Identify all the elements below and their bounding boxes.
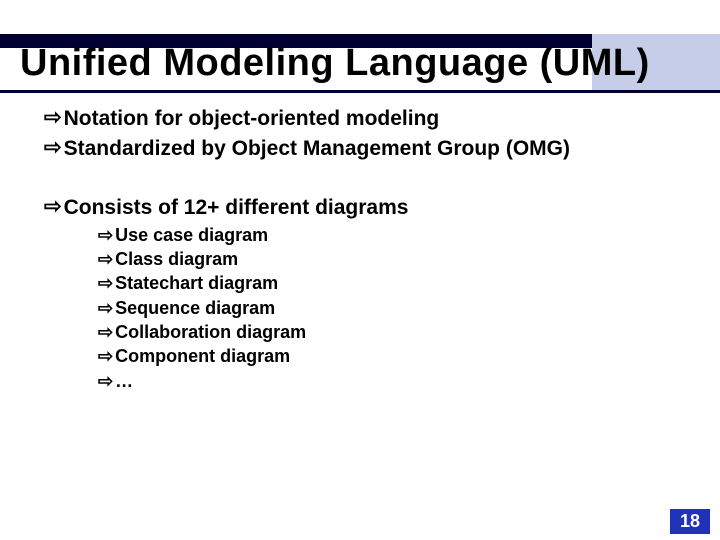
sub-bullet-2-text: Class diagram — [115, 247, 238, 271]
arrow-icon: ⇨ — [98, 247, 113, 271]
sub-bullet-5: ⇨ Collaboration diagram — [98, 320, 688, 344]
slide-title: Unified Modeling Language (UML) — [20, 42, 650, 85]
sub-bullet-2: ⇨ Class diagram — [98, 247, 688, 271]
bullet-3-text: Consists of 12+ different diagrams — [64, 193, 409, 221]
sub-bullet-1-text: Use case diagram — [115, 223, 268, 247]
slide-content: ⇨ Notation for object-oriented modeling … — [44, 104, 688, 393]
bullet-2-text: Standardized by Object Management Group … — [64, 134, 570, 162]
arrow-icon: ⇨ — [44, 134, 62, 161]
sub-bullet-3-text: Statechart diagram — [115, 271, 278, 295]
sub-bullet-1: ⇨ Use case diagram — [98, 223, 688, 247]
sub-bullet-4-text: Sequence diagram — [115, 296, 275, 320]
title-underline — [0, 90, 720, 93]
arrow-icon: ⇨ — [98, 369, 113, 393]
sub-bullet-5-text: Collaboration diagram — [115, 320, 306, 344]
arrow-icon: ⇨ — [98, 271, 113, 295]
sub-bullet-4: ⇨ Sequence diagram — [98, 296, 688, 320]
bullet-1: ⇨ Notation for object-oriented modeling — [44, 104, 688, 132]
arrow-icon: ⇨ — [98, 320, 113, 344]
arrow-icon: ⇨ — [98, 344, 113, 368]
arrow-icon: ⇨ — [44, 193, 62, 220]
sub-bullet-3: ⇨ Statechart diagram — [98, 271, 688, 295]
page-number-badge: 18 — [670, 509, 710, 534]
bullet-1-text: Notation for object-oriented modeling — [64, 104, 440, 132]
bullet-2: ⇨ Standardized by Object Management Grou… — [44, 134, 688, 162]
sub-bullet-6: ⇨ Component diagram — [98, 344, 688, 368]
bullet-3: ⇨ Consists of 12+ different diagrams — [44, 193, 688, 221]
arrow-icon: ⇨ — [98, 223, 113, 247]
arrow-icon: ⇨ — [98, 296, 113, 320]
spacer — [44, 165, 688, 193]
sub-bullets: ⇨ Use case diagram ⇨ Class diagram ⇨ Sta… — [44, 223, 688, 393]
slide: Unified Modeling Language (UML) ⇨ Notati… — [0, 0, 720, 540]
arrow-icon: ⇨ — [44, 104, 62, 131]
sub-bullet-7-text: … — [115, 369, 133, 393]
sub-bullet-6-text: Component diagram — [115, 344, 290, 368]
sub-bullet-7: ⇨ … — [98, 369, 688, 393]
